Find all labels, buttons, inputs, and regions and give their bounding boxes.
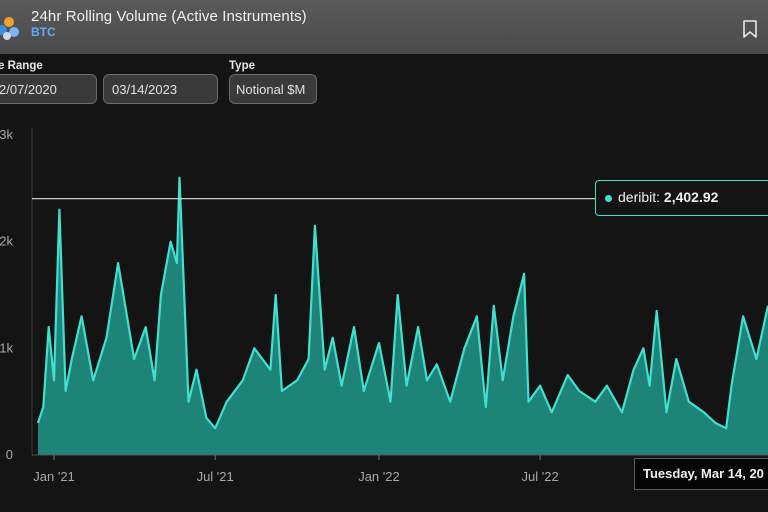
- area-series: [36, 176, 768, 455]
- y-tick-label: 1k: [0, 340, 13, 355]
- y-axis: 0 1k 2k 3k: [0, 127, 13, 462]
- y-tick-label: 3k: [0, 127, 13, 142]
- x-tick-label: Jul '22: [522, 469, 559, 484]
- volume-chart: 0 1k 2k 3k Jan '21 Jul '21 Jan '22 Jul '22: [0, 127, 768, 484]
- x-tick-label: Jul '21: [197, 469, 234, 484]
- tooltip-value: 2,402.92: [663, 189, 719, 205]
- tooltip-series: deribit: [618, 189, 657, 205]
- x-tick-label: Jan '21: [33, 469, 75, 484]
- series-dot-icon: [605, 195, 612, 202]
- series-area-deribit: [38, 177, 768, 455]
- x-axis: Jan '21 Jul '21 Jan '22 Jul '22: [33, 455, 559, 484]
- y-tick-label: 0: [6, 447, 13, 462]
- value-tooltip: deribit: 2,402.92: [595, 180, 768, 216]
- crosshair-date: Tuesday, Mar 14, 20: [634, 458, 768, 490]
- x-tick-label: Jan '22: [358, 469, 400, 484]
- y-tick-label: 2k: [0, 234, 13, 249]
